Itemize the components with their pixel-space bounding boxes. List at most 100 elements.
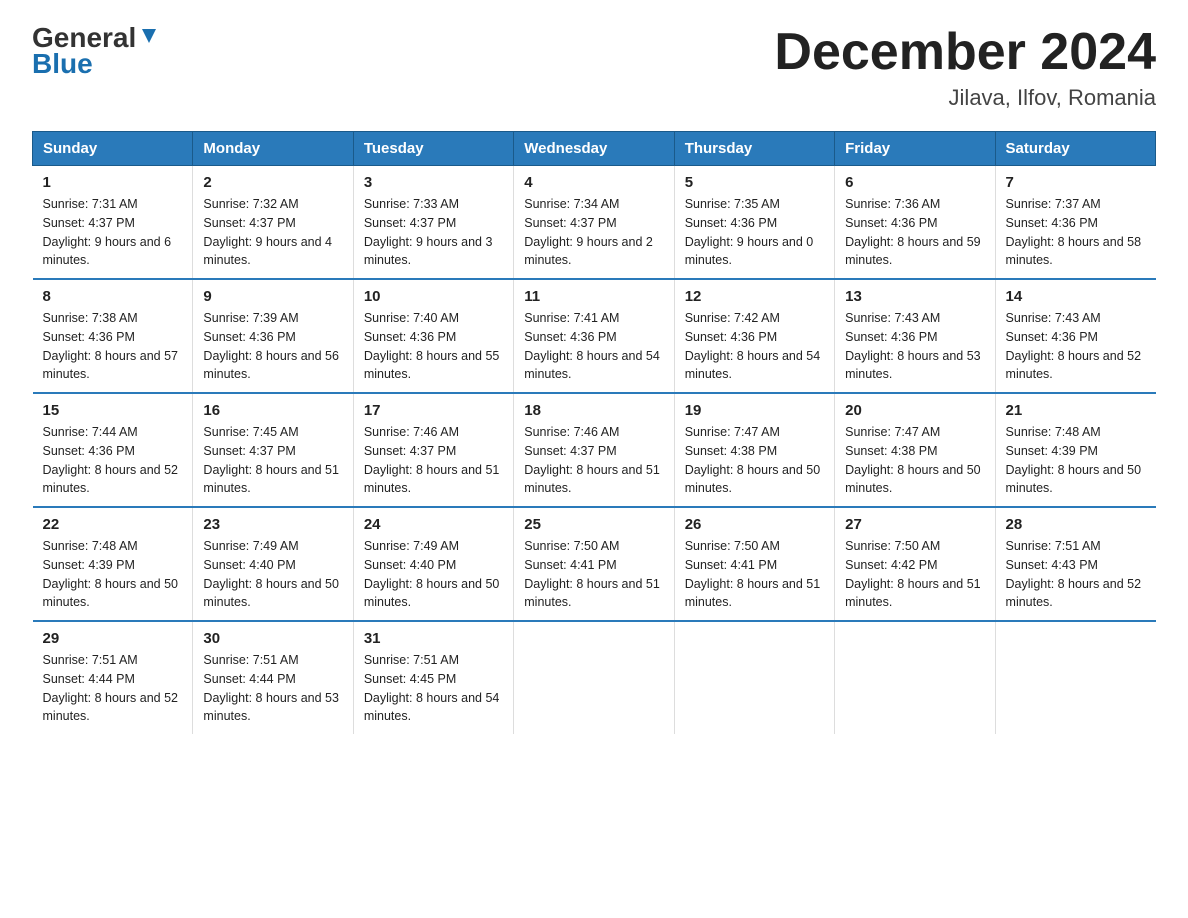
table-row: 21 Sunrise: 7:48 AM Sunset: 4:39 PM Dayl… [995, 393, 1155, 507]
day-info: Sunrise: 7:38 AM Sunset: 4:36 PM Dayligh… [43, 309, 183, 384]
day-number: 29 [43, 630, 183, 647]
day-info: Sunrise: 7:36 AM Sunset: 4:36 PM Dayligh… [845, 195, 984, 270]
calendar-week-row: 15 Sunrise: 7:44 AM Sunset: 4:36 PM Dayl… [33, 393, 1156, 507]
day-number: 5 [685, 174, 824, 191]
day-info: Sunrise: 7:51 AM Sunset: 4:43 PM Dayligh… [1006, 537, 1146, 612]
title-area: December 2024 Jilava, Ilfov, Romania [774, 24, 1156, 111]
day-number: 7 [1006, 174, 1146, 191]
day-number: 25 [524, 516, 663, 533]
page-header: General Blue December 2024 Jilava, Ilfov… [32, 24, 1156, 111]
table-row: 8 Sunrise: 7:38 AM Sunset: 4:36 PM Dayli… [33, 279, 193, 393]
day-number: 13 [845, 288, 984, 305]
table-row: 28 Sunrise: 7:51 AM Sunset: 4:43 PM Dayl… [995, 507, 1155, 621]
logo: General Blue [32, 24, 160, 80]
table-row: 23 Sunrise: 7:49 AM Sunset: 4:40 PM Dayl… [193, 507, 353, 621]
calendar-week-row: 1 Sunrise: 7:31 AM Sunset: 4:37 PM Dayli… [33, 166, 1156, 280]
day-number: 8 [43, 288, 183, 305]
day-info: Sunrise: 7:50 AM Sunset: 4:41 PM Dayligh… [685, 537, 824, 612]
table-row [514, 621, 674, 734]
calendar-header-row: Sunday Monday Tuesday Wednesday Thursday… [33, 132, 1156, 166]
calendar-week-row: 8 Sunrise: 7:38 AM Sunset: 4:36 PM Dayli… [33, 279, 1156, 393]
table-row: 10 Sunrise: 7:40 AM Sunset: 4:36 PM Dayl… [353, 279, 513, 393]
day-info: Sunrise: 7:32 AM Sunset: 4:37 PM Dayligh… [203, 195, 342, 270]
table-row: 31 Sunrise: 7:51 AM Sunset: 4:45 PM Dayl… [353, 621, 513, 734]
day-info: Sunrise: 7:33 AM Sunset: 4:37 PM Dayligh… [364, 195, 503, 270]
day-info: Sunrise: 7:45 AM Sunset: 4:37 PM Dayligh… [203, 423, 342, 498]
calendar-table: Sunday Monday Tuesday Wednesday Thursday… [32, 131, 1156, 734]
day-number: 16 [203, 402, 342, 419]
day-number: 10 [364, 288, 503, 305]
day-number: 31 [364, 630, 503, 647]
calendar-week-row: 29 Sunrise: 7:51 AM Sunset: 4:44 PM Dayl… [33, 621, 1156, 734]
day-number: 1 [43, 174, 183, 191]
day-number: 14 [1006, 288, 1146, 305]
day-number: 24 [364, 516, 503, 533]
table-row [835, 621, 995, 734]
day-number: 6 [845, 174, 984, 191]
table-row: 2 Sunrise: 7:32 AM Sunset: 4:37 PM Dayli… [193, 166, 353, 280]
day-number: 3 [364, 174, 503, 191]
day-info: Sunrise: 7:50 AM Sunset: 4:41 PM Dayligh… [524, 537, 663, 612]
table-row: 26 Sunrise: 7:50 AM Sunset: 4:41 PM Dayl… [674, 507, 834, 621]
day-number: 21 [1006, 402, 1146, 419]
day-info: Sunrise: 7:47 AM Sunset: 4:38 PM Dayligh… [845, 423, 984, 498]
table-row: 17 Sunrise: 7:46 AM Sunset: 4:37 PM Dayl… [353, 393, 513, 507]
day-number: 18 [524, 402, 663, 419]
calendar-subtitle: Jilava, Ilfov, Romania [774, 85, 1156, 111]
table-row [995, 621, 1155, 734]
table-row: 27 Sunrise: 7:50 AM Sunset: 4:42 PM Dayl… [835, 507, 995, 621]
table-row: 22 Sunrise: 7:48 AM Sunset: 4:39 PM Dayl… [33, 507, 193, 621]
header-wednesday: Wednesday [514, 132, 674, 166]
day-number: 11 [524, 288, 663, 305]
day-info: Sunrise: 7:41 AM Sunset: 4:36 PM Dayligh… [524, 309, 663, 384]
table-row: 4 Sunrise: 7:34 AM Sunset: 4:37 PM Dayli… [514, 166, 674, 280]
table-row: 11 Sunrise: 7:41 AM Sunset: 4:36 PM Dayl… [514, 279, 674, 393]
table-row: 25 Sunrise: 7:50 AM Sunset: 4:41 PM Dayl… [514, 507, 674, 621]
day-info: Sunrise: 7:40 AM Sunset: 4:36 PM Dayligh… [364, 309, 503, 384]
table-row: 12 Sunrise: 7:42 AM Sunset: 4:36 PM Dayl… [674, 279, 834, 393]
day-number: 26 [685, 516, 824, 533]
table-row: 19 Sunrise: 7:47 AM Sunset: 4:38 PM Dayl… [674, 393, 834, 507]
header-tuesday: Tuesday [353, 132, 513, 166]
day-number: 20 [845, 402, 984, 419]
header-saturday: Saturday [995, 132, 1155, 166]
day-info: Sunrise: 7:49 AM Sunset: 4:40 PM Dayligh… [364, 537, 503, 612]
day-info: Sunrise: 7:51 AM Sunset: 4:45 PM Dayligh… [364, 651, 503, 726]
day-number: 19 [685, 402, 824, 419]
day-info: Sunrise: 7:44 AM Sunset: 4:36 PM Dayligh… [43, 423, 183, 498]
day-number: 12 [685, 288, 824, 305]
table-row: 9 Sunrise: 7:39 AM Sunset: 4:36 PM Dayli… [193, 279, 353, 393]
day-number: 17 [364, 402, 503, 419]
day-info: Sunrise: 7:43 AM Sunset: 4:36 PM Dayligh… [845, 309, 984, 384]
day-number: 2 [203, 174, 342, 191]
table-row: 18 Sunrise: 7:46 AM Sunset: 4:37 PM Dayl… [514, 393, 674, 507]
table-row: 6 Sunrise: 7:36 AM Sunset: 4:36 PM Dayli… [835, 166, 995, 280]
day-info: Sunrise: 7:39 AM Sunset: 4:36 PM Dayligh… [203, 309, 342, 384]
day-number: 15 [43, 402, 183, 419]
table-row: 3 Sunrise: 7:33 AM Sunset: 4:37 PM Dayli… [353, 166, 513, 280]
table-row: 16 Sunrise: 7:45 AM Sunset: 4:37 PM Dayl… [193, 393, 353, 507]
table-row: 14 Sunrise: 7:43 AM Sunset: 4:36 PM Dayl… [995, 279, 1155, 393]
table-row: 20 Sunrise: 7:47 AM Sunset: 4:38 PM Dayl… [835, 393, 995, 507]
table-row [674, 621, 834, 734]
day-info: Sunrise: 7:31 AM Sunset: 4:37 PM Dayligh… [43, 195, 183, 270]
day-info: Sunrise: 7:49 AM Sunset: 4:40 PM Dayligh… [203, 537, 342, 612]
logo-arrow-icon [138, 25, 160, 47]
day-info: Sunrise: 7:42 AM Sunset: 4:36 PM Dayligh… [685, 309, 824, 384]
logo-text-blue: Blue [32, 48, 93, 80]
day-number: 27 [845, 516, 984, 533]
day-number: 22 [43, 516, 183, 533]
day-info: Sunrise: 7:48 AM Sunset: 4:39 PM Dayligh… [1006, 423, 1146, 498]
day-info: Sunrise: 7:46 AM Sunset: 4:37 PM Dayligh… [524, 423, 663, 498]
day-info: Sunrise: 7:47 AM Sunset: 4:38 PM Dayligh… [685, 423, 824, 498]
table-row: 13 Sunrise: 7:43 AM Sunset: 4:36 PM Dayl… [835, 279, 995, 393]
table-row: 29 Sunrise: 7:51 AM Sunset: 4:44 PM Dayl… [33, 621, 193, 734]
header-thursday: Thursday [674, 132, 834, 166]
day-info: Sunrise: 7:46 AM Sunset: 4:37 PM Dayligh… [364, 423, 503, 498]
calendar-title: December 2024 [774, 24, 1156, 81]
day-info: Sunrise: 7:43 AM Sunset: 4:36 PM Dayligh… [1006, 309, 1146, 384]
day-info: Sunrise: 7:50 AM Sunset: 4:42 PM Dayligh… [845, 537, 984, 612]
day-info: Sunrise: 7:34 AM Sunset: 4:37 PM Dayligh… [524, 195, 663, 270]
table-row: 15 Sunrise: 7:44 AM Sunset: 4:36 PM Dayl… [33, 393, 193, 507]
day-number: 28 [1006, 516, 1146, 533]
